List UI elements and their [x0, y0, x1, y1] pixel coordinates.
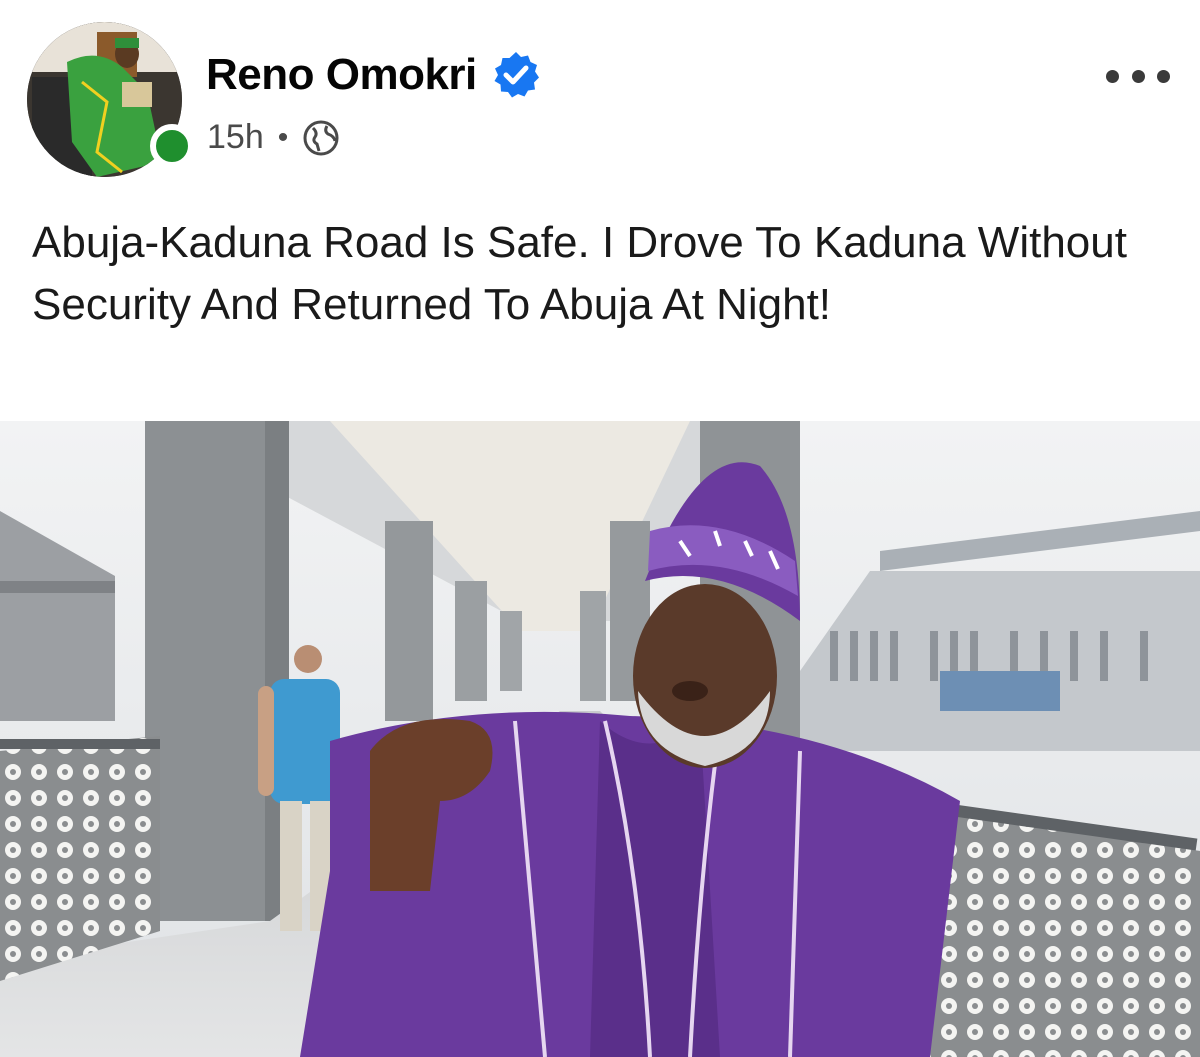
more-dot	[1131, 69, 1145, 83]
globe-icon	[303, 120, 339, 155]
more-options-icon[interactable]	[1106, 66, 1170, 86]
post-header: Reno Omokri 15h •	[0, 0, 1200, 200]
post-text: Abuja-Kaduna Road Is Safe. I Drove To Ka…	[32, 218, 1127, 329]
post-timestamp[interactable]: 15h	[207, 118, 264, 157]
meta-separator: •	[277, 120, 289, 154]
verified-badge-icon	[494, 52, 539, 98]
post-photo[interactable]	[0, 421, 1200, 1057]
more-dot	[1106, 69, 1119, 83]
author-name[interactable]: Reno Omokri	[206, 50, 477, 100]
author-row: Reno Omokri	[206, 50, 541, 100]
more-dot	[1157, 69, 1170, 83]
post-meta: 15h •	[207, 118, 340, 157]
online-status-dot	[150, 124, 194, 168]
photo-illustration	[0, 421, 1200, 1057]
